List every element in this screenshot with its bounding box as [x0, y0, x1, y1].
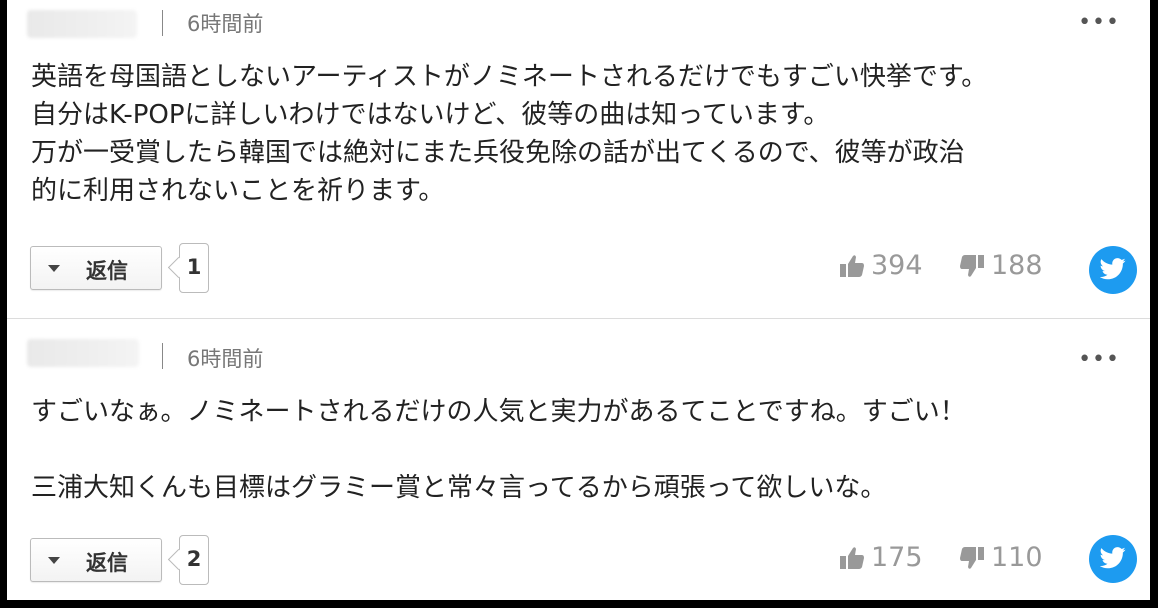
comment-line: 的に利用されないことを祈ります。: [31, 176, 445, 206]
reply-button[interactable]: 返信: [30, 246, 162, 290]
meta-separator: [162, 343, 163, 369]
comment-line: すごいなぁ。ノミネートされるだけの人気と実力があるてことですね。すごい！: [31, 397, 966, 427]
comment-body: 英語を母国語としないアーティストがノミネートされるだけでもすごい快挙です。 自分…: [31, 58, 1136, 210]
comment-line: 三浦大知くんも目標はグラミー賞と常々言ってるから頑張って欲しいな。: [31, 473, 887, 503]
caret-down-icon: [48, 557, 60, 564]
twitter-share-button[interactable]: [1089, 535, 1137, 583]
reply-count: 1: [186, 255, 202, 279]
comment-line: 自分はK-POPに詳しいわけではないけど、彼等の曲は知っています。: [31, 100, 830, 130]
comment-item: 6時間前 ••• 英語を母国語としないアーティストがノミネートされるだけでもすご…: [7, 0, 1150, 318]
username-blurred[interactable]: [27, 339, 139, 367]
like-count: 394: [871, 250, 923, 281]
reply-count: 2: [186, 547, 202, 571]
comment-item: 6時間前 ••• すごいなぁ。ノミネートされるだけの人気と実力があるてことですね…: [7, 319, 1150, 600]
reply-count-badge[interactable]: 2: [179, 535, 209, 585]
comment-line: 英語を母国語としないアーティストがノミネートされるだけでもすごい快挙です。: [31, 62, 988, 92]
reply-count-badge[interactable]: 1: [179, 243, 209, 293]
reply-label: 返信: [86, 259, 128, 283]
comment-panel: 6時間前 ••• 英語を母国語としないアーティストがノミネートされるだけでもすご…: [7, 0, 1150, 600]
reply-button[interactable]: 返信: [30, 538, 162, 582]
comment-body: すごいなぁ。ノミネートされるだけの人気と実力があるてことですね。すごい！ 三浦大…: [31, 393, 1136, 507]
reply-label: 返信: [86, 551, 128, 575]
twitter-icon: [1100, 547, 1126, 569]
dislike-count: 188: [991, 250, 1043, 281]
more-options-icon[interactable]: •••: [1078, 10, 1120, 35]
twitter-icon: [1100, 258, 1126, 280]
meta-separator: [162, 10, 163, 36]
like-count: 175: [871, 542, 923, 573]
username-blurred[interactable]: [27, 10, 137, 38]
comment-line: 万が一受賞したら韓国では絶対にまた兵役免除の話が出てくるので、彼等が政治: [31, 138, 965, 168]
twitter-share-button[interactable]: [1089, 246, 1137, 294]
dislike-count: 110: [991, 542, 1043, 573]
caret-down-icon: [48, 265, 60, 272]
thumbs-down-icon: [960, 255, 984, 277]
comment-time: 6時間前: [187, 347, 264, 371]
thumbs-up-icon: [840, 255, 864, 277]
comment-time: 6時間前: [187, 12, 264, 36]
thumbs-down-icon: [960, 547, 984, 569]
thumbs-up-icon: [840, 547, 864, 569]
more-options-icon[interactable]: •••: [1078, 347, 1120, 372]
